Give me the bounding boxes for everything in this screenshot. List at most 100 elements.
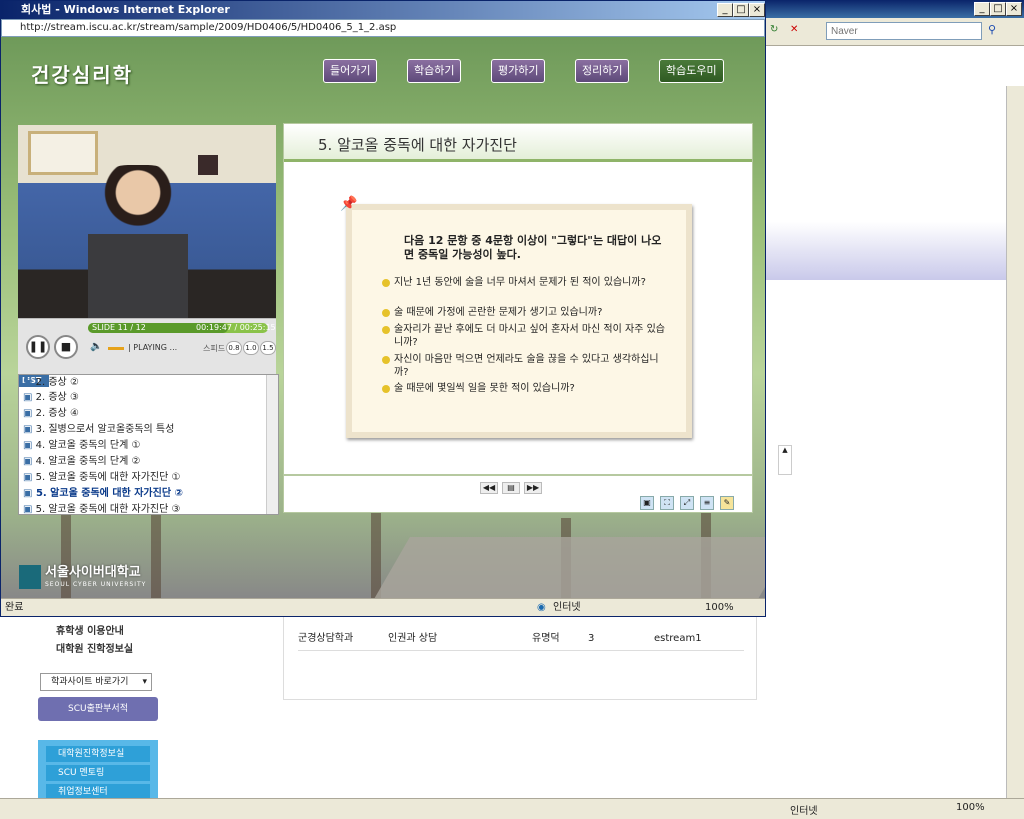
question-item: 술자리가 끝난 후에도 더 마시고 싶어 혼자서 마신 적이 자주 있습니까? [382,323,672,349]
speed-label: 스피드 [203,344,226,353]
logo-subtitle: SEOUL CYBER UNIVERSITY [45,581,147,588]
slide-title: 5. 알코올 중독에 대한 자가진단 [318,136,517,154]
pin-icon: 📌 [340,196,358,212]
list-item-active[interactable]: 5. 알코올 중독에 대한 자가진단 ② [23,484,183,499]
player-controls: ❚❚ ■ SLIDE 11 / 12 00:19:47 / 00:25:15 🔈… [18,318,276,374]
scu-books-button[interactable]: SCU출판부서적 [38,697,158,721]
note-icon[interactable]: ✎ [720,496,734,510]
bg-zoom-label[interactable]: 100% [956,802,985,813]
road-decoration [352,537,765,598]
app-title: 건강심리학 [31,63,133,87]
bg-top-button[interactable]: ▲ [778,445,792,475]
site-select-label: 학과사이트 바로가기 [51,677,129,687]
nav-summary-button[interactable]: 정리하기 [575,59,630,83]
logo-mark-icon [19,565,41,589]
status-text: 완료 [5,602,24,613]
quick-link-graduate[interactable]: 대학원진학정보실 [46,746,150,762]
popup-title: 회사법 - Windows Internet Explorer [21,3,230,16]
stop-button[interactable]: ■ [54,335,78,359]
site-select[interactable]: 학과사이트 바로가기 ▾ [40,673,152,691]
table-cell: 유명덕 [532,633,560,644]
speed-08-button[interactable]: 0.8 [226,341,242,355]
popup-window: 회사법 - Windows Internet Explorer _ □ × ht… [0,0,766,617]
fullscreen-icon[interactable]: ⛶ [660,496,674,510]
address-bar[interactable]: http://stream.iscu.ac.kr/stream/sample/2… [1,19,765,37]
background-toolbar: ↻ ✕ ⚲ [764,18,1024,46]
pause-button[interactable]: ❚❚ [26,335,50,359]
list-item[interactable]: 2. 증상 ② [23,375,79,388]
list-item[interactable]: 4. 알코올 중독의 단계 ② [23,452,141,467]
question-item: 지난 1년 동안에 술을 너무 마셔서 문제가 된 적이 있습니까? [382,276,672,289]
slide-counter: SLIDE 11 / 12 [92,323,146,332]
question-card: 📌 다음 12 문항 중 4문항 이상이 "그렇다"는 대답이 나오면 중독일 … [340,196,692,438]
search-input[interactable] [826,22,982,40]
expand-icon[interactable]: ⤢ [680,496,694,510]
refresh-icon[interactable]: ↻ [770,24,778,35]
next-slide-button[interactable]: ▶▶ [524,482,542,494]
background-statusbar: 인터넷 100% [0,798,1024,819]
bg-maximize-button[interactable]: □ [990,2,1006,16]
list-item[interactable]: 5. 알코올 중독에 대한 자가진단 ① [23,468,181,483]
close-button[interactable]: × [749,3,765,17]
table-cell[interactable]: 인권과 상담 [388,627,437,651]
zone-label: 인터넷 [553,602,581,613]
slide-index-button[interactable]: ▤ [502,482,520,494]
chevron-down-icon: ▾ [142,677,147,687]
popup-titlebar: 회사법 - Windows Internet Explorer [1,1,765,19]
list-scrollbar[interactable] [266,375,278,514]
speed-15-button[interactable]: 1.5 [260,341,276,355]
table-cell: 군경상담학과 [298,633,354,644]
picture-frame [28,131,98,175]
slide-header: 5. 알코올 중독에 대한 자가진단 [284,124,752,162]
table-cell: 3 [588,633,595,644]
list-item[interactable]: 2. 증상 ③ [23,388,79,403]
list-item[interactable]: 4. 알코올 중독의 단계 ① [23,436,141,451]
zoom-label[interactable]: 100% [705,599,734,616]
nav-help-button[interactable]: 학습도우미 [659,59,724,83]
list-item[interactable]: 5. 알코올 중독에 대한 자가진단 ③ [23,500,181,514]
address-text: http://stream.iscu.ac.kr/stream/sample/2… [20,22,397,33]
list-item[interactable]: 3. 질병으로서 알코올중독의 특성 [23,420,175,435]
prev-slide-button[interactable]: ◀◀ [480,482,498,494]
nav-intro-button[interactable]: 들어가기 [323,59,378,83]
volume-slider[interactable] [108,347,124,350]
quick-link-jobs[interactable]: 취업정보센터 [46,784,150,798]
lecture-stage: 건강심리학 들어가기 학습하기 평가하기 정리하기 학습도우미 ❚❚ ■ SLI… [1,37,765,598]
minimize-button[interactable]: _ [717,3,733,17]
playing-status: | PLAYING ... [128,343,178,352]
left-link-leave[interactable]: 휴학생 이용안내 [56,622,124,637]
university-logo: 서울사이버대학교 SEOUL CYBER UNIVERSITY [19,565,159,593]
volume-icon[interactable]: 🔈 [90,341,102,352]
search-icon[interactable]: ⚲ [988,23,996,36]
card-heading: 다음 12 문항 중 4문항 이상이 "그렇다"는 대답이 나오면 중독일 가능… [404,234,662,261]
bg-close-button[interactable]: × [1006,2,1022,16]
table-row: 군경상담학과 인권과 상담 유명덕 3 estream1 [298,627,744,651]
slide-nav-bar: ◀◀ ▤ ▶▶ ▣ ⛶ ⤢ ≡ ✎ [283,475,753,513]
list-item[interactable]: 2. 증상 ④ [23,404,79,419]
tree-decoration [371,508,381,598]
bg-page-banner [764,86,1006,280]
logo-name: 서울사이버대학교 [45,565,141,580]
decor-object [198,155,218,175]
speed-10-button[interactable]: 1.0 [243,341,259,355]
tool-icon-1[interactable]: ▣ [640,496,654,510]
bg-zone-label: 인터넷 [790,806,818,817]
slide-panel: 5. 알코올 중독에 대한 자가진단 📌 다음 12 문항 중 4문항 이상이 … [283,123,753,475]
bg-minimize-button[interactable]: _ [974,2,990,16]
table-cell[interactable]: estream1 [654,627,702,651]
quick-link-mentoring[interactable]: SCU 멘토링 [46,765,150,781]
time-counter: 00:19:47 / 00:25:15 [196,323,276,332]
question-item: 술 때문에 가정에 곤란한 문제가 생기고 있습니까? [382,306,672,319]
question-item: 술 때문에 몇일씩 일을 못한 적이 있습니까? [382,382,672,395]
nav-study-button[interactable]: 학습하기 [407,59,462,83]
chapter-list: LIST 2. 증상 ② 2. 증상 ③ 2. 증상 ④ 3. 질병으로서 알코… [18,374,279,515]
nav-evaluate-button[interactable]: 평가하기 [491,59,546,83]
left-link-graduate[interactable]: 대학원 진학정보실 [56,640,133,655]
video-player[interactable] [18,125,276,318]
question-item: 자신이 마음만 먹으면 언제라도 술을 끊을 수 있다고 생각하십니까? [382,353,672,379]
maximize-button[interactable]: □ [733,3,749,17]
background-scrollbar[interactable] [1006,86,1024,798]
list-icon[interactable]: ≡ [700,496,714,510]
globe-icon: ◉ [537,602,546,613]
stop-icon[interactable]: ✕ [790,24,798,35]
